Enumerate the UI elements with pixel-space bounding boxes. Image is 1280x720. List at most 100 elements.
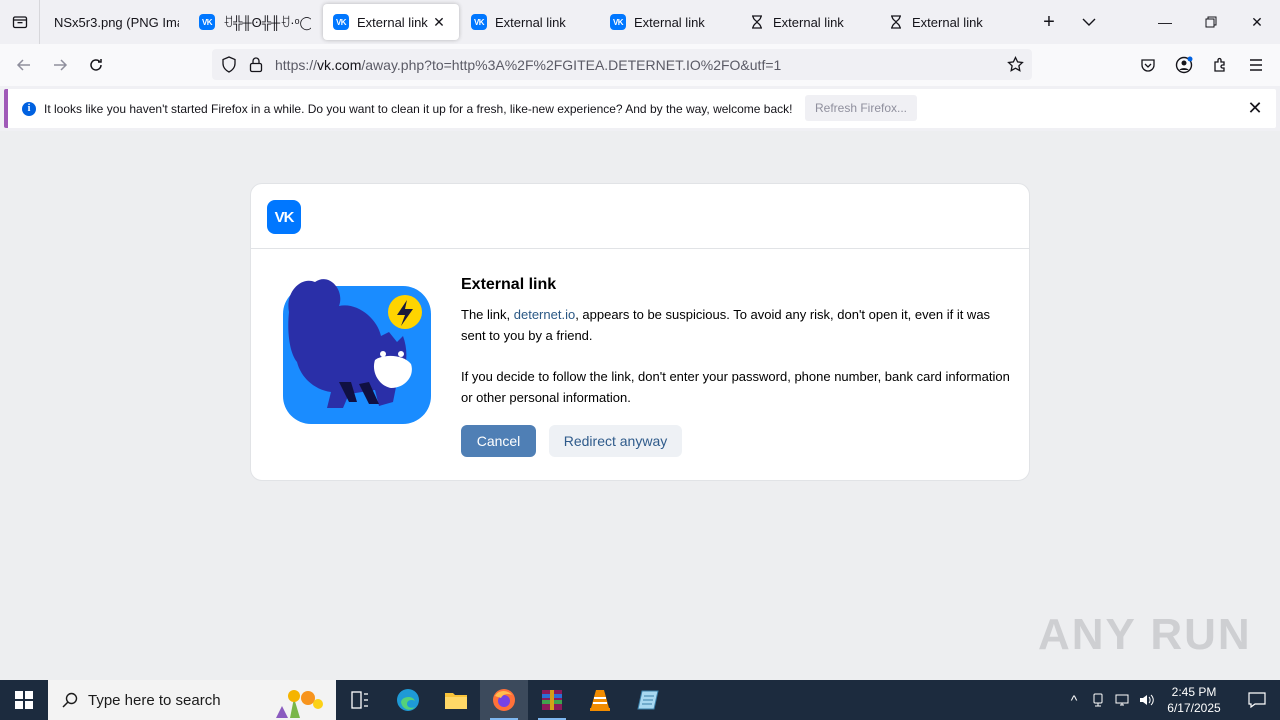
close-tab-icon[interactable]: ✕ xyxy=(429,12,449,32)
dialog-header: VK xyxy=(251,184,1029,249)
restore-icon xyxy=(1205,16,1217,28)
back-arrow-icon xyxy=(16,59,30,71)
forward-button[interactable] xyxy=(42,49,78,81)
anyrun-watermark: ANY RUN xyxy=(1038,610,1252,659)
redirect-anyway-button[interactable]: Redirect anyway xyxy=(549,425,682,457)
page-content: VK External link The link, deternet.io, … xyxy=(0,131,1280,680)
vk-logo[interactable]: VK xyxy=(267,200,301,234)
clock-date: 6/17/2025 xyxy=(1167,701,1221,715)
notification-icon xyxy=(1248,692,1266,708)
account-icon xyxy=(1175,56,1193,74)
new-tab-button[interactable]: + xyxy=(1029,2,1069,42)
tab-label: External link xyxy=(495,14,566,30)
firefox-icon xyxy=(493,689,515,711)
puzzle-icon xyxy=(1214,57,1225,72)
plus-icon: + xyxy=(1043,10,1055,33)
url-bar[interactable]: https://vk.com/away.php?to=http%3A%2F%2F… xyxy=(212,49,1032,80)
reload-icon xyxy=(90,59,102,71)
tab-png-image[interactable]: NSx5r3.png (PNG Imag xyxy=(44,4,189,40)
close-icon: ✕ xyxy=(1247,97,1263,118)
minimize-button[interactable]: — xyxy=(1142,0,1188,44)
tab-external-link-5[interactable]: VK External link xyxy=(600,4,739,40)
cancel-button[interactable]: Cancel xyxy=(461,425,536,457)
task-view-button[interactable] xyxy=(336,680,384,720)
account-button[interactable] xyxy=(1166,49,1202,81)
dialog-content: External link The link, deternet.io, app… xyxy=(461,276,1016,408)
volume-icon[interactable] xyxy=(1138,692,1154,708)
vk-icon: VK xyxy=(610,14,626,30)
chevron-down-icon xyxy=(1082,18,1096,26)
hourglass-icon xyxy=(749,14,765,30)
start-button[interactable] xyxy=(0,680,48,720)
clock-time: 2:45 PM xyxy=(1171,685,1217,699)
list-all-tabs-button[interactable] xyxy=(0,0,40,44)
tab-label: External link xyxy=(357,14,428,30)
vlc-cone-icon xyxy=(590,690,610,711)
reload-button[interactable] xyxy=(78,49,114,81)
app-menu-button[interactable] xyxy=(1238,49,1274,81)
usb-device-icon[interactable] xyxy=(1090,692,1106,708)
lock-icon[interactable] xyxy=(249,56,263,73)
system-tray: ^ 2:45 PM 6/17/2025 xyxy=(1062,680,1280,720)
search-icon xyxy=(62,692,78,708)
hourglass-icon xyxy=(888,14,904,30)
tab-label: External link xyxy=(773,14,844,30)
notification-message: It looks like you haven't started Firefo… xyxy=(44,101,793,116)
tab-external-link-4[interactable]: VK External link xyxy=(461,4,600,40)
warning-paragraph: The link, deternet.io, appears to be sus… xyxy=(461,307,991,343)
restore-button[interactable] xyxy=(1188,0,1234,44)
pocket-icon xyxy=(1141,59,1155,72)
tab-vk-2[interactable]: VK ꀀ╬╫ʘ╬╫ꀀ·ᵒ◯·ᶜ xyxy=(189,4,321,40)
windows-taskbar: Type here to search ^ 2:45 PM 6/17/2025 xyxy=(0,680,1280,720)
action-center-button[interactable] xyxy=(1234,680,1280,720)
search-highlight-flowers-icon xyxy=(276,690,323,718)
refresh-firefox-button[interactable]: Refresh Firefox... xyxy=(805,95,917,121)
taskbar-clock[interactable]: 2:45 PM 6/17/2025 xyxy=(1154,684,1234,716)
pocket-button[interactable] xyxy=(1130,49,1166,81)
notepad-taskbar-button[interactable] xyxy=(624,680,672,720)
close-window-button[interactable]: ✕ xyxy=(1234,0,1280,44)
network-icon[interactable] xyxy=(1114,692,1130,708)
dialog-buttons: Cancel Redirect anyway xyxy=(461,425,682,457)
forward-arrow-icon xyxy=(54,59,68,71)
search-placeholder: Type here to search xyxy=(88,691,221,709)
tab-strip: NSx5r3.png (PNG Imag VK ꀀ╬╫ʘ╬╫ꀀ·ᵒ◯·ᶜ VK … xyxy=(0,0,1280,44)
navigation-toolbar: https://vk.com/away.php?to=http%3A%2F%2F… xyxy=(0,44,1280,86)
tab-external-link-active[interactable]: VK External link ✕ xyxy=(323,4,459,40)
refresh-firefox-notification: i It looks like you haven't started Fire… xyxy=(4,89,1276,128)
show-hidden-icons-chevron-up-icon[interactable]: ^ xyxy=(1062,692,1086,708)
minimize-icon: — xyxy=(1158,14,1172,30)
bookmark-star-icon[interactable] xyxy=(1007,56,1024,73)
tab-label: NSx5r3.png (PNG Imag xyxy=(54,14,179,30)
firefox-taskbar-button[interactable] xyxy=(480,680,528,720)
url-text[interactable]: https://vk.com/away.php?to=http%3A%2F%2F… xyxy=(275,57,781,73)
vk-icon: VK xyxy=(471,14,487,30)
tab-external-link-7[interactable]: External link xyxy=(878,4,1017,40)
tab-external-link-6[interactable]: External link xyxy=(739,4,878,40)
close-notification-button[interactable]: ✕ xyxy=(1244,97,1266,119)
back-button[interactable] xyxy=(6,49,42,81)
windows-logo-icon xyxy=(15,691,33,709)
tab-list-icon xyxy=(12,16,27,29)
tracking-protection-shield-icon[interactable] xyxy=(221,56,237,73)
suspicious-link[interactable]: deternet.io xyxy=(514,307,575,322)
edge-taskbar-button[interactable] xyxy=(384,680,432,720)
winrar-icon xyxy=(542,690,562,710)
dialog-title: External link xyxy=(461,276,557,293)
vlc-taskbar-button[interactable] xyxy=(576,680,624,720)
tab-label: External link xyxy=(634,14,705,30)
task-view-icon xyxy=(351,691,368,709)
file-explorer-taskbar-button[interactable] xyxy=(432,680,480,720)
taskbar-search-box[interactable]: Type here to search xyxy=(48,680,336,720)
edge-icon xyxy=(397,689,419,711)
extensions-button[interactable] xyxy=(1202,49,1238,81)
tab-overflow-button[interactable] xyxy=(1069,2,1109,42)
vk-icon: VK xyxy=(199,14,215,30)
info-icon: i xyxy=(22,101,36,116)
notepad-icon xyxy=(637,690,659,710)
external-link-dialog: VK External link The link, deternet.io, … xyxy=(250,183,1030,481)
vk-icon: VK xyxy=(333,14,349,30)
scared-cat-illustration xyxy=(283,279,431,424)
winrar-taskbar-button[interactable] xyxy=(528,680,576,720)
tab-label: ꀀ╬╫ʘ╬╫ꀀ·ᵒ◯·ᶜ xyxy=(223,14,311,30)
